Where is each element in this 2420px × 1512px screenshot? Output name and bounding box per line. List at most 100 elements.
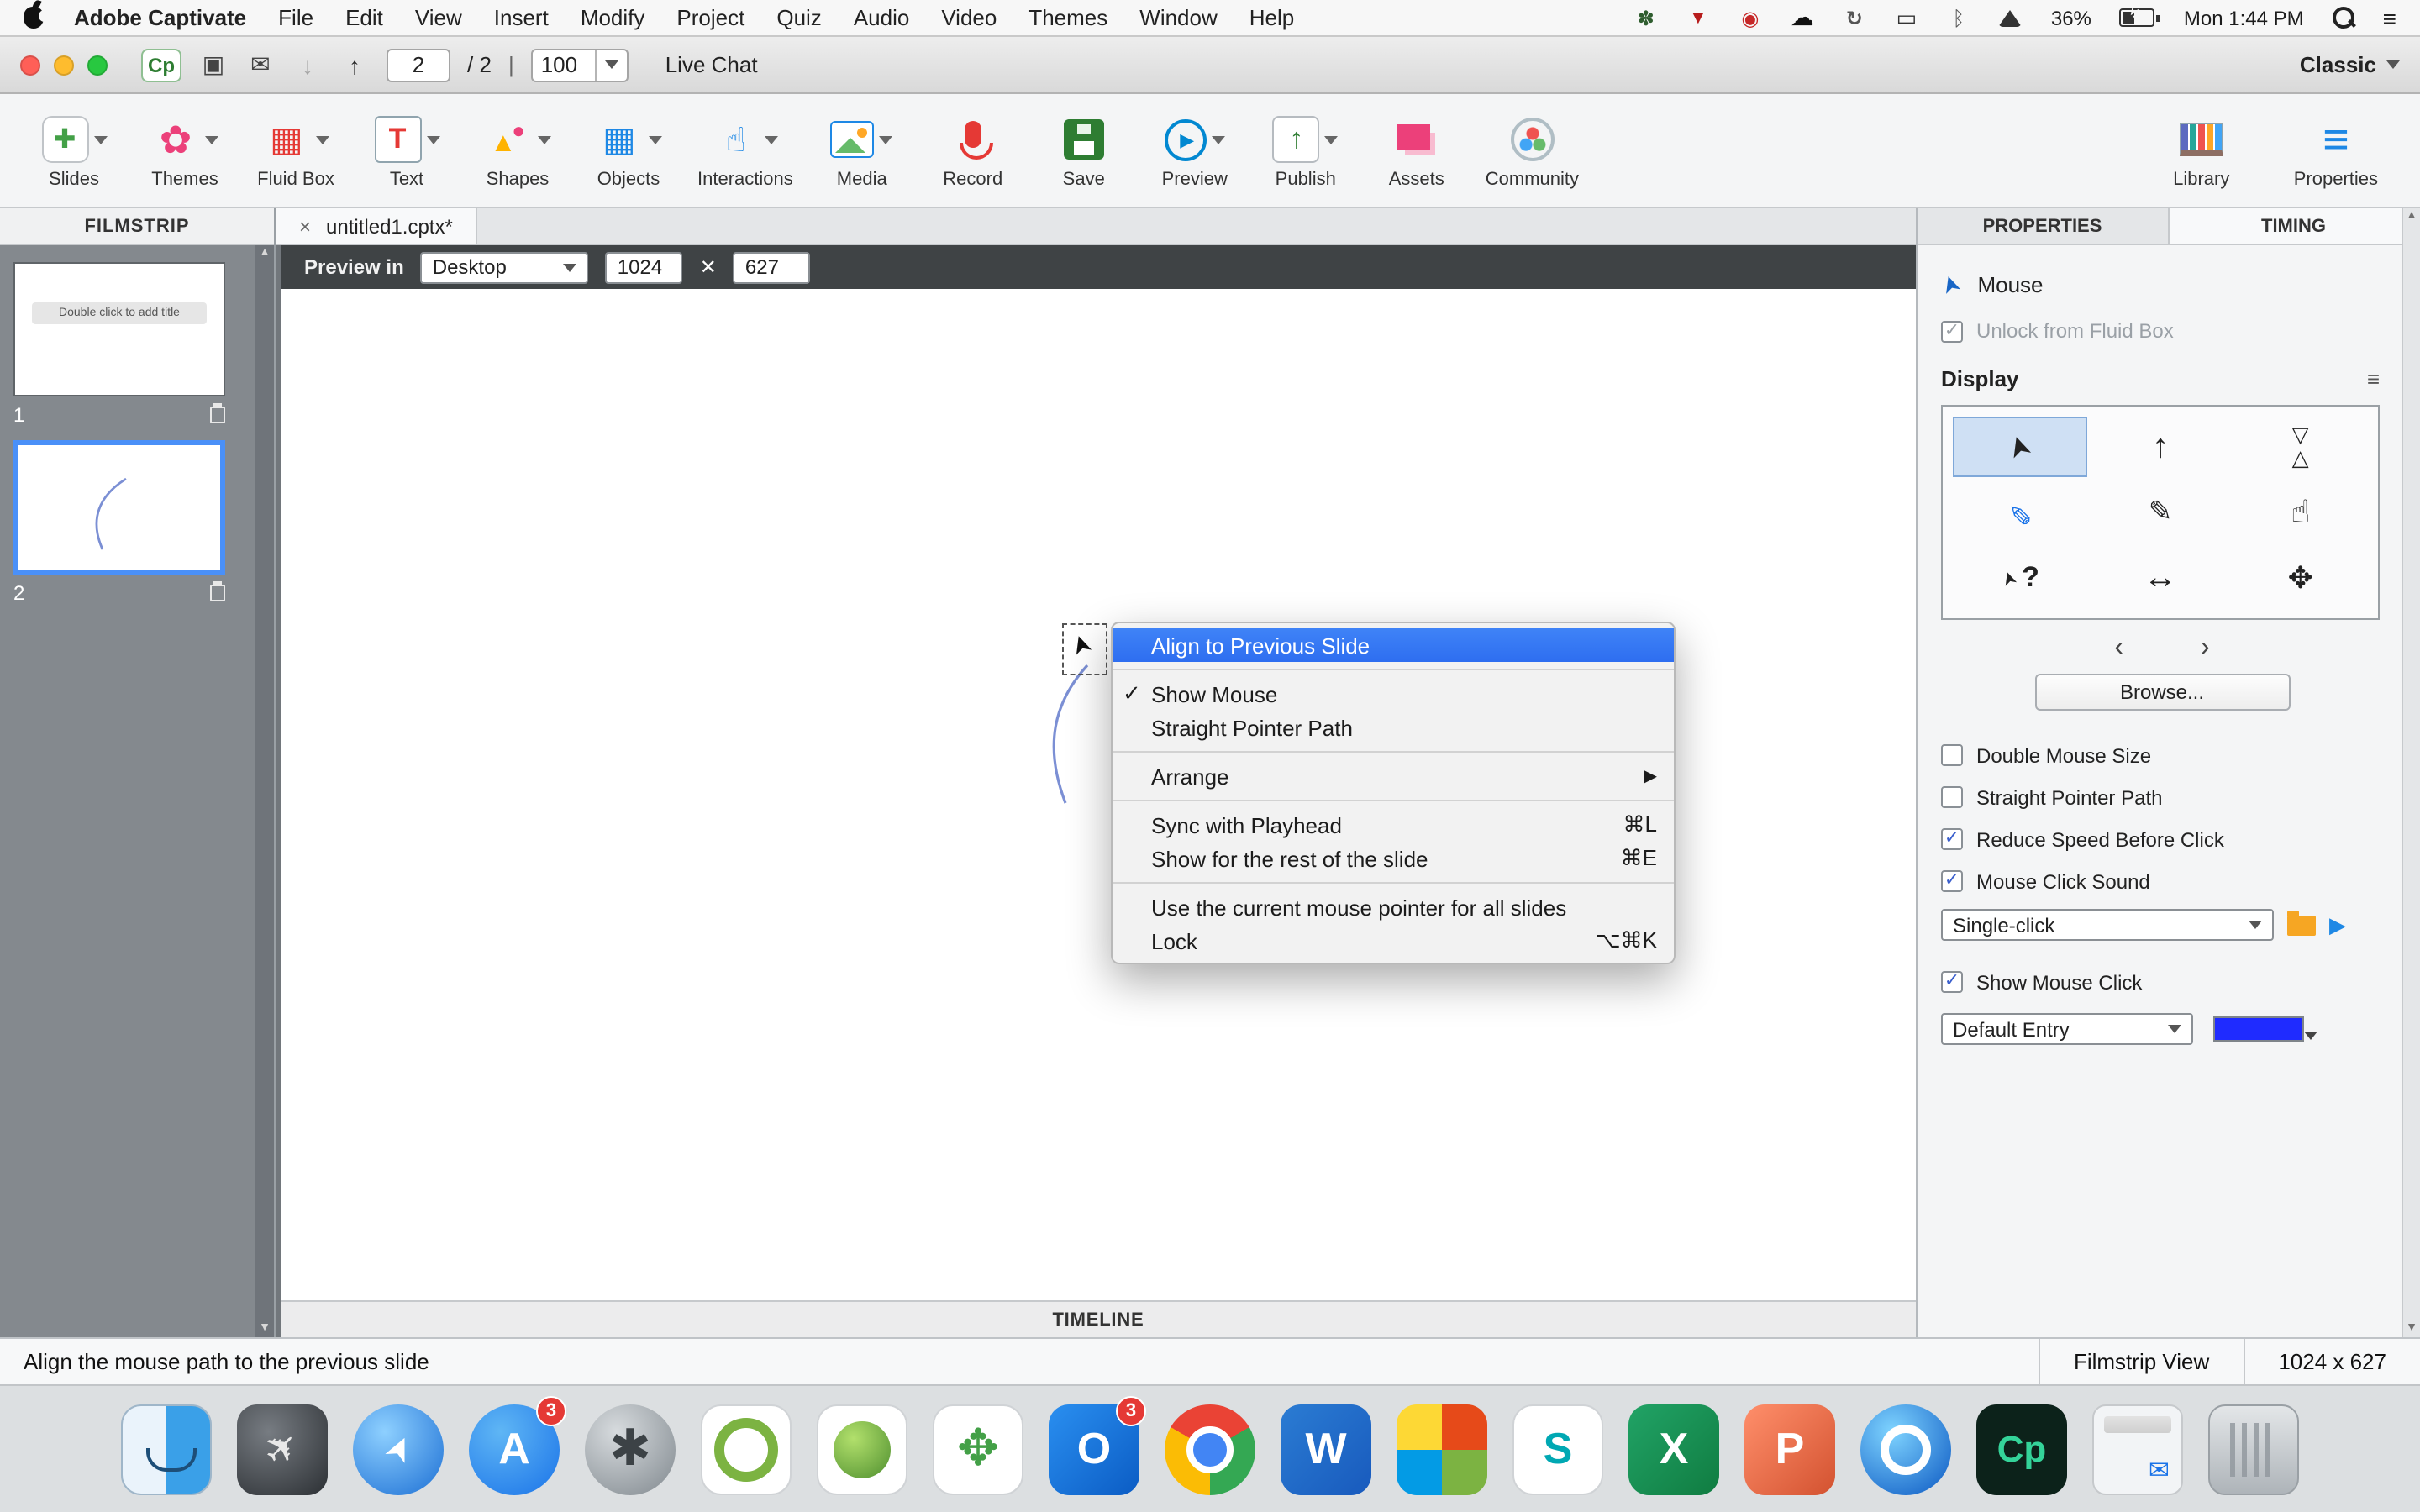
menu-item[interactable]: Window xyxy=(1139,5,1218,30)
context-menu-item[interactable]: Align to Previous Slide xyxy=(1113,628,1674,662)
toolbar-slides[interactable]: Slides xyxy=(27,111,121,190)
delete-slide-icon[interactable] xyxy=(210,407,225,423)
menu-item[interactable]: Adobe Captivate xyxy=(74,5,246,30)
show-mouse-click-checkbox[interactable] xyxy=(1941,971,1963,993)
menu-item[interactable]: View xyxy=(415,5,462,30)
citrix-icon[interactable] xyxy=(699,1400,793,1498)
hourglass-cursor-icon[interactable] xyxy=(2233,417,2368,477)
chevron-down-icon[interactable] xyxy=(315,135,329,144)
zoom-window-button[interactable] xyxy=(87,55,108,75)
live-chat-button[interactable]: Live Chat xyxy=(666,52,758,77)
panel-tab[interactable]: PROPERTIES xyxy=(1918,208,2169,244)
chrome-icon[interactable] xyxy=(1163,1400,1257,1498)
menu-item[interactable]: File xyxy=(278,5,313,30)
chevron-down-icon[interactable] xyxy=(1325,135,1339,144)
toolbar-shapes[interactable]: Shapes xyxy=(471,111,565,190)
battery-icon[interactable]: ↯ xyxy=(2120,8,2155,27)
toolbar-save[interactable]: Save xyxy=(1037,111,1131,190)
toolbar-interactions[interactable]: Interactions xyxy=(692,111,798,190)
menu-clock[interactable]: Mon 1:44 PM xyxy=(2184,6,2304,29)
launchpad-icon[interactable] xyxy=(235,1400,329,1498)
properties-scrollbar[interactable]: ▲ ▼ xyxy=(2402,208,2420,1337)
menu-item[interactable]: Help xyxy=(1249,5,1295,30)
browse-button[interactable]: Browse... xyxy=(2034,674,2290,711)
slide-thumbnail-2[interactable]: 2 xyxy=(13,440,240,605)
mail-icon[interactable] xyxy=(245,50,276,79)
play-sound-icon[interactable]: ▶ xyxy=(2329,911,2346,938)
word-icon[interactable] xyxy=(1279,1400,1373,1498)
view-mode-button[interactable]: Filmstrip View xyxy=(2039,1339,2243,1384)
context-menu-item[interactable]: Straight Pointer Path xyxy=(1113,711,1674,744)
chevron-down-icon[interactable] xyxy=(765,135,778,144)
safari-icon[interactable] xyxy=(351,1400,445,1498)
arrow-up-icon[interactable] xyxy=(339,51,370,78)
toolbar-record[interactable]: Record xyxy=(926,111,1020,190)
slide-thumbnail-1[interactable]: Double click to add title 1 xyxy=(13,262,240,427)
context-menu-item[interactable] xyxy=(1113,662,1674,677)
context-menu-item[interactable] xyxy=(1113,875,1674,890)
hand-cursor-icon[interactable] xyxy=(2233,482,2368,543)
outlook-icon[interactable]: 3 xyxy=(1047,1400,1141,1498)
preview-width-input[interactable]: 1024 xyxy=(606,251,683,283)
screen-share-icon[interactable] xyxy=(198,50,229,79)
click-color-swatch[interactable] xyxy=(2213,1016,2304,1042)
chevron-down-icon[interactable] xyxy=(648,135,661,144)
anyconnect-icon[interactable] xyxy=(815,1400,909,1498)
menu-item[interactable]: Audio xyxy=(854,5,910,30)
toolbar-objects[interactable]: Objects xyxy=(581,111,676,190)
toolbar-library[interactable]: Library xyxy=(2154,111,2249,190)
panel-tab[interactable]: TIMING xyxy=(2169,208,2420,244)
timeline-panel-header[interactable]: TIMELINE xyxy=(281,1300,1916,1337)
pen-cursor-icon[interactable] xyxy=(2093,482,2228,543)
toolbar-preview[interactable]: Preview xyxy=(1148,111,1242,190)
system-preferences-icon[interactable] xyxy=(583,1400,677,1498)
slide-1-preview[interactable]: Double click to add title xyxy=(13,262,225,396)
chevron-down-icon[interactable] xyxy=(204,135,218,144)
bluetooth-icon[interactable] xyxy=(1947,6,1970,29)
toolbar-media[interactable]: Media xyxy=(815,111,909,190)
menu-item[interactable]: Insert xyxy=(494,5,549,30)
menu-item[interactable]: Project xyxy=(676,5,744,30)
mail-window-icon[interactable] xyxy=(2091,1400,2185,1498)
toolbar-themes[interactable]: Themes xyxy=(138,111,232,190)
option-checkbox[interactable] xyxy=(1941,786,1963,808)
preview-height-input[interactable]: 627 xyxy=(734,251,811,283)
up-arrow-cursor-icon[interactable] xyxy=(2093,417,2228,477)
wifi-icon[interactable] xyxy=(1999,9,2023,26)
context-menu-item[interactable]: Show Mouse xyxy=(1113,677,1674,711)
powerpoint-icon[interactable] xyxy=(1743,1400,1837,1498)
menu-item[interactable]: Edit xyxy=(345,5,383,30)
toolbar-fluid-box[interactable]: Fluid Box xyxy=(249,111,343,190)
filmstrip-scrollbar[interactable]: ▲ ▼ xyxy=(255,245,274,1337)
previous-pointers-button[interactable]: ‹ xyxy=(2114,633,2123,664)
workspace-selector[interactable]: Classic xyxy=(2300,52,2400,77)
toolbar-community[interactable]: Community xyxy=(1481,111,1584,190)
delete-slide-icon[interactable] xyxy=(210,585,225,601)
browse-sound-folder-icon[interactable] xyxy=(2287,915,2316,935)
toolbar-assets[interactable]: Assets xyxy=(1370,111,1464,190)
click-sound-select[interactable]: Single-click xyxy=(1941,909,2274,941)
slide-2-preview[interactable] xyxy=(13,440,225,575)
paw-icon[interactable] xyxy=(1634,6,1658,29)
zoom-dropdown-button[interactable] xyxy=(595,50,618,80)
zoom-input[interactable]: 100 xyxy=(531,48,629,81)
scroll-up-icon[interactable]: ▲ xyxy=(2406,210,2417,223)
filmstrip-header[interactable]: FILMSTRIP xyxy=(0,208,274,245)
toolbar-text[interactable]: Text xyxy=(360,111,454,190)
context-menu-item[interactable] xyxy=(1113,793,1674,808)
menu-item[interactable]: Quiz xyxy=(776,5,821,30)
arrow-down-icon[interactable] xyxy=(292,51,323,78)
slide-number-input[interactable]: 2 xyxy=(387,48,450,81)
toolbar-properties[interactable]: Properties xyxy=(2289,111,2383,190)
excel-icon[interactable] xyxy=(1627,1400,1721,1498)
office-icon[interactable] xyxy=(1395,1400,1489,1498)
scroll-down-icon[interactable]: ▼ xyxy=(259,1322,271,1336)
webex-icon[interactable] xyxy=(1859,1400,1953,1498)
cloud-icon[interactable] xyxy=(1791,3,1814,32)
captivate-icon[interactable] xyxy=(1975,1400,2069,1498)
spotlight-search-icon[interactable] xyxy=(2333,7,2354,29)
chevron-down-icon[interactable] xyxy=(1212,135,1225,144)
green-app-icon[interactable] xyxy=(931,1400,1025,1498)
move-cursor-icon[interactable] xyxy=(2233,548,2368,608)
shield-icon[interactable] xyxy=(1686,8,1710,28)
